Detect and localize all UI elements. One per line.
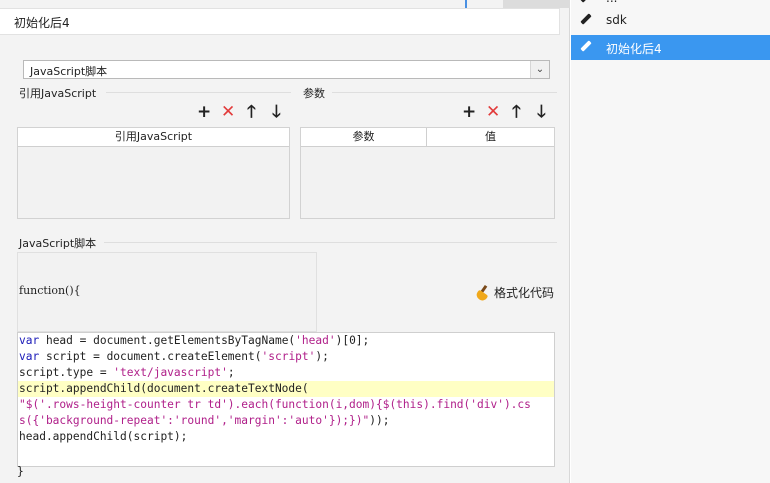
code-token: "$('.rows-height-counter tr td').each(fu… [19, 398, 531, 411]
code-token: ; [227, 366, 235, 379]
code-token: )[0]; [335, 334, 370, 347]
code-token: head = document.getElementsByTagName( [39, 334, 296, 347]
ref-section-divider [106, 92, 291, 93]
code-line[interactable]: script.appendChild(document.createTextNo… [18, 381, 554, 397]
param-section-divider [332, 92, 557, 93]
broom-icon [474, 284, 490, 302]
code-line[interactable]: var script = document.createElement('scr… [18, 349, 554, 365]
ref-column-header[interactable]: 引用JavaScript [18, 128, 289, 146]
script-type-value: JavaScript脚本 [30, 65, 108, 78]
dialog-titlebar: 初始化后4 [0, 8, 560, 35]
code-line[interactable]: "$('.rows-height-counter tr td').each(fu… [18, 397, 554, 413]
list-item-label: sdk [606, 13, 627, 27]
code-token: s({'background-repeat':'round','margin':… [19, 414, 370, 427]
pencil-icon [579, 0, 593, 5]
code-token: script.appendChild(document.createTextNo… [19, 382, 309, 395]
code-token: ); [315, 350, 329, 363]
ref-script-table[interactable]: 引用JavaScript [17, 127, 290, 219]
param-value-column-header[interactable]: 值 [427, 128, 554, 146]
list-item-label: 初始化后4 [606, 42, 662, 56]
list-item-label: ... [606, 0, 617, 5]
dialog-title: 初始化后4 [14, 16, 70, 30]
ref-section-header: 引用JavaScript [19, 87, 97, 100]
param-move-up-button[interactable]: 🡑 [512, 102, 521, 122]
code-token: 'script' [261, 350, 316, 363]
pencil-icon [579, 13, 593, 27]
param-delete-button[interactable]: ✕ [486, 102, 500, 122]
top-strip [0, 0, 570, 8]
ref-delete-button[interactable]: ✕ [221, 102, 235, 122]
list-item-init-after-4[interactable]: 初始化后4 [571, 35, 770, 60]
param-table-header: 参数 值 [301, 128, 554, 147]
code-token: head.appendChild(script); [19, 430, 188, 443]
param-section-header: 参数 [303, 87, 325, 100]
code-line[interactable]: s({'background-repeat':'round','margin':… [18, 413, 554, 429]
ref-add-button[interactable]: + [197, 102, 211, 122]
chevron-down-icon[interactable]: ⌄ [530, 61, 549, 78]
param-add-button[interactable]: + [462, 102, 476, 122]
code-token: 'text/javascript' [113, 366, 228, 379]
code-token: var [19, 334, 40, 347]
format-code-label: 格式化代码 [494, 286, 555, 300]
code-token: var [19, 350, 40, 363]
code-token: )); [369, 414, 390, 427]
code-token: script = document.createElement( [39, 350, 262, 363]
right-item-list: ... sdk 初始化后4 [571, 0, 770, 483]
top-strip-box [503, 0, 570, 8]
pencil-icon [579, 40, 593, 54]
param-move-down-button[interactable]: 🡓 [537, 102, 546, 122]
script-section-divider [104, 242, 557, 243]
code-token: script.type = [19, 366, 114, 379]
function-signature-box: function(){ [17, 252, 317, 332]
list-item-sdk[interactable]: sdk [571, 8, 770, 33]
ref-move-down-button[interactable]: 🡓 [272, 102, 281, 122]
ref-move-up-button[interactable]: 🡑 [247, 102, 256, 122]
param-name-column-header[interactable]: 参数 [301, 128, 427, 146]
splitter-handle[interactable] [465, 0, 467, 8]
function-closing-brace: } [17, 465, 24, 478]
function-signature: function(){ [19, 284, 81, 297]
code-line[interactable]: head.appendChild(script); [18, 429, 554, 445]
format-code-button[interactable]: 格式化代码 [474, 284, 555, 302]
script-section-header: JavaScript脚本 [19, 237, 97, 250]
app-window: 初始化后4 JavaScript脚本 ⌄ 引用JavaScript + ✕ 🡑 … [0, 0, 770, 483]
code-token: 'head' [295, 334, 336, 347]
param-table[interactable]: 参数 值 [300, 127, 555, 219]
script-type-select[interactable]: JavaScript脚本 ⌄ [23, 60, 550, 79]
script-editor-dialog: 初始化后4 JavaScript脚本 ⌄ 引用JavaScript + ✕ 🡑 … [0, 0, 570, 483]
list-item[interactable]: ... [571, 0, 770, 8]
ref-table-header: 引用JavaScript [18, 128, 289, 147]
code-line[interactable]: script.type = 'text/javascript'; [18, 365, 554, 381]
code-editor[interactable]: var head = document.getElementsByTagName… [17, 332, 555, 467]
code-line[interactable]: var head = document.getElementsByTagName… [18, 333, 554, 349]
